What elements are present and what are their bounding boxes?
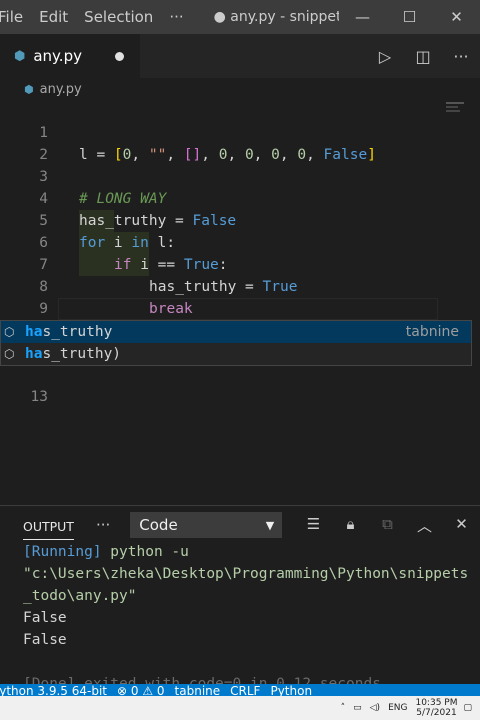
window-title: ● any.py - snippets_todo - Visual Studio… [213,9,339,25]
code-line: 7 has_truthy = True [0,232,480,295]
editor-actions: ▷ ◫ ··· [366,34,480,78]
code-line: 8 break [0,254,480,317]
close-window-icon[interactable]: ✕ [433,8,480,26]
os-taskbar: ˄ ▭ ◁) ENG 10:35 PM 5/7/2021 ▢ [0,696,480,720]
tray-lang[interactable]: ENG [388,703,407,713]
split-editor-icon[interactable]: ◫ [404,47,442,66]
suggestion-widget: ⬡ has_truthy tabnine ⬡ has_truthy) [0,320,472,366]
breadcrumb: ⬢ any.py [0,78,480,100]
unsaved-dot-icon[interactable] [115,51,124,61]
suggestion-source: tabnine [405,324,459,340]
suggestion-item[interactable]: ⬡ has_truthy tabnine [1,321,471,343]
output-channel-select[interactable]: Code ▼ [130,512,283,538]
code-line: 2 [0,122,480,163]
code-line: 9 [0,276,480,317]
clear-output-icon[interactable]: ☰ [295,515,332,536]
python-icon: ⬢ [14,48,26,64]
panel-header: OUTPUT ··· Code ▼ ☰ 🔒︎ ⧉ ︿ ✕ [0,506,480,544]
suggestion-text: has_truthy [25,324,113,340]
code-line: 1 l = [0, "", [], 0, 0, 0, 0, False] [0,100,480,163]
output-panel: OUTPUT ··· Code ▼ ☰ 🔒︎ ⧉ ︿ ✕ [Running] p… [0,505,480,693]
chevron-down-icon: ▼ [265,518,275,532]
tab-bar: ⬢ any.py ▷ ◫ ··· [0,34,480,78]
notification-icon[interactable]: ▢ [463,703,472,713]
output-result: False [23,632,67,648]
minimize-icon[interactable]: — [339,8,386,26]
code-line-current: 10 print(ha) [0,298,480,362]
tab-output[interactable]: OUTPUT [23,519,74,540]
menu-more[interactable]: ··· [161,8,191,26]
code-line: 6 if i == True: [0,210,480,273]
maximize-panel-icon[interactable]: ︿ [406,515,443,536]
cube-icon: ⬡ [4,325,15,339]
minimap[interactable] [446,100,466,114]
code-editor[interactable]: 1 l = [0, "", [], 0, 0, 0, 0, False] 2 3… [0,100,480,500]
code-line: 3 # LONG WAY [0,144,480,207]
suggestion-text: has_truthy) [25,346,122,362]
close-panel-icon[interactable]: ✕ [443,515,480,536]
code-line: 5 for i in l: [0,188,480,251]
open-in-editor-icon[interactable]: ⧉ [369,515,406,536]
tray-chevron-icon[interactable]: ˄ [341,703,346,713]
tray-date: 5/7/2021 [416,708,457,718]
tab-any-py[interactable]: ⬢ any.py [0,34,140,78]
maximize-icon[interactable]: ☐ [386,8,433,26]
output-path: "c:\Users\zheka\Desktop\Programming\Pyth… [23,566,469,604]
tab-label: any.py [33,47,82,65]
menu-selection[interactable]: Selection [76,8,161,26]
menu-file[interactable]: File [0,8,31,26]
network-icon[interactable]: ▭ [353,703,362,713]
breadcrumb-file[interactable]: any.py [40,82,82,97]
panel-actions: ☰ 🔒︎ ⧉ ︿ ✕ [295,515,480,536]
line-number: 13 [30,389,48,405]
code-line: 13 [0,364,480,405]
output-line: [Running] python -u [23,544,189,560]
suggestion-item[interactable]: ⬡ has_truthy) [1,343,471,365]
lock-icon[interactable]: 🔒︎ [332,515,369,536]
output-text: [Running] python -u "c:\Users\zheka\Desk… [23,541,473,695]
code-line: 4 has_truthy = False [0,166,480,229]
title-bar: File Edit Selection ··· ● any.py - snipp… [0,0,480,34]
output-result: False [23,610,67,626]
more-actions-icon[interactable]: ··· [442,47,480,66]
volume-icon[interactable]: ◁) [370,703,380,713]
menu-edit[interactable]: Edit [31,8,76,26]
output-channel-value: Code [139,516,178,534]
cube-icon: ⬡ [4,347,15,361]
python-icon: ⬢ [24,82,34,96]
run-icon[interactable]: ▷ [366,47,404,66]
tray-time: 10:35 PM [415,698,458,708]
panel-more-icon[interactable]: ··· [96,516,110,534]
tray-clock[interactable]: 10:35 PM 5/7/2021 [415,698,457,718]
